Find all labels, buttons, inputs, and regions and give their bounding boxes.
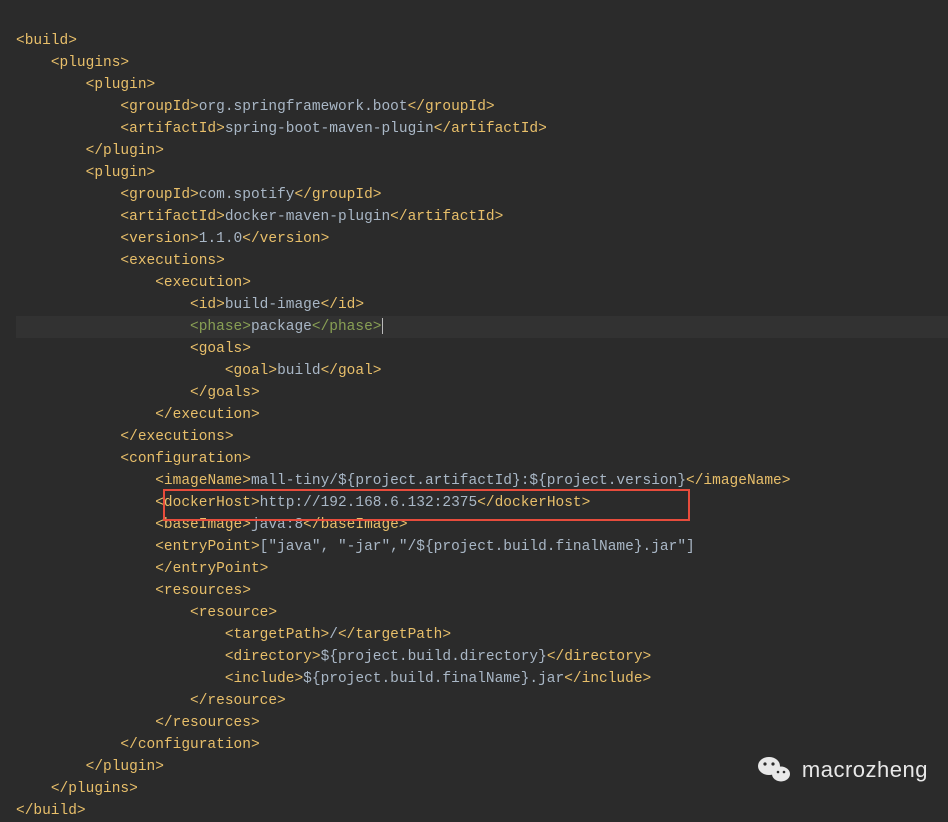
tag-groupid-close: </groupId> xyxy=(408,99,495,115)
tag-plugin-close-2: </plugin> xyxy=(86,759,164,775)
text-dockerhost: http://192.168.6.132:2375 xyxy=(260,495,478,511)
highlighted-line: <phase>package</phase> xyxy=(16,316,948,338)
tag-directory-open: <directory> xyxy=(225,649,321,665)
text-groupid-2: com.spotify xyxy=(199,187,295,203)
tag-resource-close: </resource> xyxy=(190,693,286,709)
tag-entrypoint-close: </entryPoint> xyxy=(155,561,268,577)
text-artifactid: spring-boot-maven-plugin xyxy=(225,121,434,137)
tag-execution-close: </execution> xyxy=(155,407,259,423)
tag-dockerhost-close: </dockerHost> xyxy=(477,495,590,511)
tag-include-open: <include> xyxy=(225,671,303,687)
tag-plugins-close: </plugins> xyxy=(51,781,138,797)
tag-executions-open: <executions> xyxy=(120,253,224,269)
tag-goal-close: </goal> xyxy=(321,363,382,379)
watermark-text: macrozheng xyxy=(802,759,928,781)
tag-groupid-open: <groupId> xyxy=(120,99,198,115)
text-groupid: org.springframework.boot xyxy=(199,99,408,115)
tag-resource-open: <resource> xyxy=(190,605,277,621)
tag-targetpath-open: <targetPath> xyxy=(225,627,329,643)
wechat-icon xyxy=(756,752,792,788)
tag-plugin-open-2: <plugin> xyxy=(86,165,156,181)
text-version: 1.1.0 xyxy=(199,231,243,247)
tag-version-close: </version> xyxy=(242,231,329,247)
tag-plugin-close: </plugin> xyxy=(86,143,164,159)
tag-goal-open: <goal> xyxy=(225,363,277,379)
tag-artifactid-close-2: </artifactId> xyxy=(390,209,503,225)
text-goal: build xyxy=(277,363,321,379)
tag-baseimage-open: <baseImage> xyxy=(155,517,251,533)
text-cursor xyxy=(382,318,383,334)
tag-configuration-close: </configuration> xyxy=(120,737,259,753)
tag-execution-open: <execution> xyxy=(155,275,251,291)
tag-baseimage-close: </baseImage> xyxy=(303,517,407,533)
tag-build-close: </build> xyxy=(16,803,86,819)
tag-goals-open: <goals> xyxy=(190,341,251,357)
tag-phase-open: <phase> xyxy=(190,319,251,335)
tag-imagename-open: <imageName> xyxy=(155,473,251,489)
tag-imagename-close: </imageName> xyxy=(686,473,790,489)
text-id: build-image xyxy=(225,297,321,313)
tag-targetpath-close: </targetPath> xyxy=(338,627,451,643)
tag-plugin-open: <plugin> xyxy=(86,77,156,93)
tag-id-close: </id> xyxy=(321,297,365,313)
tag-groupid-open-2: <groupId> xyxy=(120,187,198,203)
tag-executions-close: </executions> xyxy=(120,429,233,445)
text-include: ${project.build.finalName}.jar xyxy=(303,671,564,687)
tag-id-open: <id> xyxy=(190,297,225,313)
tag-phase-close: </phase> xyxy=(312,319,382,335)
tag-goals-close: </goals> xyxy=(190,385,260,401)
text-entrypoint: ["java", "-jar","/${project.build.finalN… xyxy=(260,539,695,555)
tag-configuration-open: <configuration> xyxy=(120,451,251,467)
text-phase: package xyxy=(251,319,312,335)
tag-artifactid-close: </artifactId> xyxy=(434,121,547,137)
tag-artifactid-open-2: <artifactId> xyxy=(120,209,224,225)
text-imagename: mall-tiny/${project.artifactId}:${projec… xyxy=(251,473,686,489)
text-baseimage: java:8 xyxy=(251,517,303,533)
tag-directory-close: </directory> xyxy=(547,649,651,665)
watermark: macrozheng xyxy=(756,752,928,788)
tag-version-open: <version> xyxy=(120,231,198,247)
tag-include-close: </include> xyxy=(564,671,651,687)
tag-artifactid-open: <artifactId> xyxy=(120,121,224,137)
tag-entrypoint-open: <entryPoint> xyxy=(155,539,259,555)
text-targetpath: / xyxy=(329,627,338,643)
tag-groupid-close-2: </groupId> xyxy=(294,187,381,203)
code-block: <build> <plugins> <plugin> <groupId>org.… xyxy=(0,0,948,822)
text-artifactid-2: docker-maven-plugin xyxy=(225,209,390,225)
tag-resources-open: <resources> xyxy=(155,583,251,599)
text-directory: ${project.build.directory} xyxy=(321,649,547,665)
tag-dockerhost-open: <dockerHost> xyxy=(155,495,259,511)
tag-resources-close: </resources> xyxy=(155,715,259,731)
tag-build-open: <build> xyxy=(16,33,77,49)
tag-plugins-open: <plugins> xyxy=(51,55,129,71)
